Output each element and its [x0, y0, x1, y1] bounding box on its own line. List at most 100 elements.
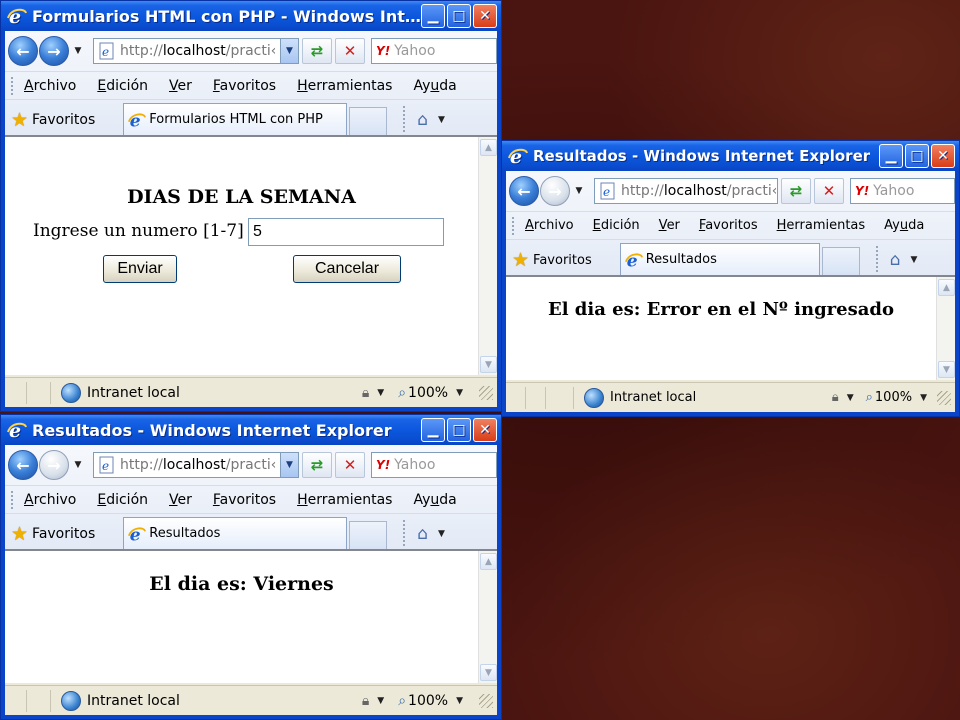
- minimize-button[interactable]: ▁: [421, 418, 445, 442]
- menu-archivo[interactable]: Archivo: [525, 218, 574, 233]
- menu-ayuda[interactable]: Ayuda: [413, 492, 456, 508]
- submit-button[interactable]: Enviar: [103, 255, 177, 283]
- vertical-scrollbar[interactable]: ▲ ▼: [478, 137, 497, 375]
- scroll-down-button[interactable]: ▼: [480, 356, 497, 373]
- search-box[interactable]: Y! Yahoo: [371, 452, 497, 478]
- history-dropdown-button[interactable]: ▼: [71, 46, 85, 56]
- title-bar[interactable]: e Resultados - Windows Internet Explorer…: [502, 141, 959, 171]
- vertical-scrollbar[interactable]: ▲ ▼: [936, 277, 955, 380]
- address-dropdown-button[interactable]: ▼: [280, 39, 298, 63]
- scroll-down-button[interactable]: ▼: [938, 361, 955, 378]
- protected-mode-button[interactable]: 🔒︎ ▼: [832, 390, 854, 405]
- address-row: ← → ▼ e http://localhost/practi‹ ▼ ⇄ ✕ Y…: [5, 445, 497, 485]
- stop-button[interactable]: ✕: [335, 452, 365, 478]
- menu-ayuda[interactable]: Ayuda: [884, 218, 924, 233]
- tab-active[interactable]: e Resultados: [123, 517, 348, 549]
- close-button[interactable]: ✕: [931, 144, 955, 168]
- number-input[interactable]: [248, 218, 444, 246]
- address-bar[interactable]: e http://localhost/practi‹ ▼: [93, 38, 299, 64]
- favorites-button[interactable]: ★ Favoritos: [512, 245, 592, 275]
- status-cell: [506, 386, 526, 409]
- search-box[interactable]: Y! Yahoo: [850, 178, 955, 204]
- menu-archivo[interactable]: Archivo: [24, 492, 76, 508]
- menu-ayuda[interactable]: Ayuda: [413, 78, 456, 94]
- security-zone[interactable]: Intranet local: [61, 382, 180, 403]
- menu-favoritos[interactable]: Favoritos: [699, 218, 758, 233]
- zone-label: Intranet local: [87, 384, 180, 401]
- resize-grip[interactable]: [937, 390, 951, 405]
- history-dropdown-button[interactable]: ▼: [572, 186, 586, 196]
- scroll-up-button[interactable]: ▲: [480, 139, 497, 156]
- resize-grip[interactable]: [479, 385, 493, 400]
- maximize-button[interactable]: □: [905, 144, 929, 168]
- zoom-button[interactable]: ⌕ 100% ▼: [398, 385, 463, 401]
- refresh-button[interactable]: ⇄: [781, 178, 811, 204]
- address-dropdown-button[interactable]: ▼: [280, 453, 298, 477]
- new-tab-button[interactable]: [821, 247, 860, 275]
- favorites-button[interactable]: ★ Favoritos: [11, 105, 95, 135]
- new-tab-button[interactable]: [349, 107, 388, 135]
- menu-herramientas[interactable]: Herramientas: [297, 78, 392, 94]
- menu-edicion[interactable]: Edición: [97, 492, 148, 508]
- menu-ver[interactable]: Ver: [169, 78, 192, 94]
- toolbar-grip[interactable]: [11, 490, 14, 509]
- close-button[interactable]: ✕: [473, 418, 497, 442]
- menu-herramientas[interactable]: Herramientas: [297, 492, 392, 508]
- maximize-button[interactable]: □: [447, 4, 471, 28]
- maximize-button[interactable]: □: [447, 418, 471, 442]
- refresh-button[interactable]: ⇄: [302, 38, 332, 64]
- security-zone[interactable]: Intranet local: [61, 690, 180, 711]
- protected-mode-button[interactable]: 🔒︎ ▼: [362, 385, 384, 401]
- stop-button[interactable]: ✕: [335, 38, 365, 64]
- scroll-up-button[interactable]: ▲: [480, 553, 497, 570]
- protected-mode-button[interactable]: 🔒︎ ▼: [362, 693, 384, 709]
- scroll-up-button[interactable]: ▲: [938, 279, 955, 296]
- address-bar[interactable]: e http://localhost/practi‹ ▼: [93, 452, 299, 478]
- search-placeholder: Yahoo: [394, 43, 436, 59]
- refresh-icon: ⇄: [310, 42, 324, 60]
- forward-button[interactable]: →: [39, 36, 69, 66]
- tab-active[interactable]: e Resultados: [619, 243, 820, 275]
- back-button[interactable]: ←: [8, 36, 38, 66]
- security-zone[interactable]: Intranet local: [584, 387, 696, 408]
- search-box[interactable]: Y! Yahoo: [371, 38, 497, 64]
- stop-button[interactable]: ✕: [814, 178, 844, 204]
- close-icon: ✕: [937, 148, 949, 164]
- menu-edicion[interactable]: Edición: [593, 218, 640, 233]
- menu-herramientas[interactable]: Herramientas: [777, 218, 866, 233]
- resize-grip[interactable]: [479, 693, 493, 708]
- history-dropdown-button[interactable]: ▼: [71, 460, 85, 470]
- forward-button[interactable]: →: [540, 176, 570, 206]
- title-bar[interactable]: e Resultados - Windows Internet Explorer…: [1, 415, 501, 445]
- vertical-scrollbar[interactable]: ▲ ▼: [478, 551, 497, 683]
- home-icon: ⌂: [417, 110, 429, 130]
- address-dropdown-button[interactable]: ▼: [777, 179, 778, 203]
- menu-favoritos[interactable]: Favoritos: [213, 492, 276, 508]
- close-button[interactable]: ✕: [473, 4, 497, 28]
- minimize-button[interactable]: ▁: [421, 4, 445, 28]
- menu-archivo[interactable]: Archivo: [24, 78, 76, 94]
- favorites-button[interactable]: ★ Favoritos: [11, 519, 95, 549]
- menu-ver[interactable]: Ver: [659, 218, 680, 233]
- new-tab-button[interactable]: [349, 521, 388, 549]
- toolbar-grip[interactable]: [512, 216, 515, 235]
- zoom-button[interactable]: ⌕ 100% ▼: [866, 390, 927, 405]
- menu-favoritos[interactable]: Favoritos: [213, 78, 276, 94]
- title-bar[interactable]: e Formularios HTML con PHP - Windows Int…: [1, 1, 501, 31]
- zoom-button[interactable]: ⌕ 100% ▼: [398, 693, 463, 709]
- forward-button[interactable]: →: [39, 450, 69, 480]
- home-button[interactable]: ⌂ ▼: [417, 519, 445, 549]
- toolbar-grip[interactable]: [11, 76, 14, 95]
- cancel-button[interactable]: Cancelar: [293, 255, 401, 283]
- menu-edicion[interactable]: Edición: [97, 78, 148, 94]
- address-bar[interactable]: e http://localhost/practi‹ ▼: [594, 178, 778, 204]
- menu-ver[interactable]: Ver: [169, 492, 192, 508]
- back-button[interactable]: ←: [509, 176, 539, 206]
- refresh-button[interactable]: ⇄: [302, 452, 332, 478]
- minimize-button[interactable]: ▁: [879, 144, 903, 168]
- scroll-down-button[interactable]: ▼: [480, 664, 497, 681]
- home-button[interactable]: ⌂ ▼: [890, 245, 918, 275]
- back-button[interactable]: ←: [8, 450, 38, 480]
- tab-active[interactable]: e Formularios HTML con PHP: [123, 103, 348, 135]
- home-button[interactable]: ⌂ ▼: [417, 105, 445, 135]
